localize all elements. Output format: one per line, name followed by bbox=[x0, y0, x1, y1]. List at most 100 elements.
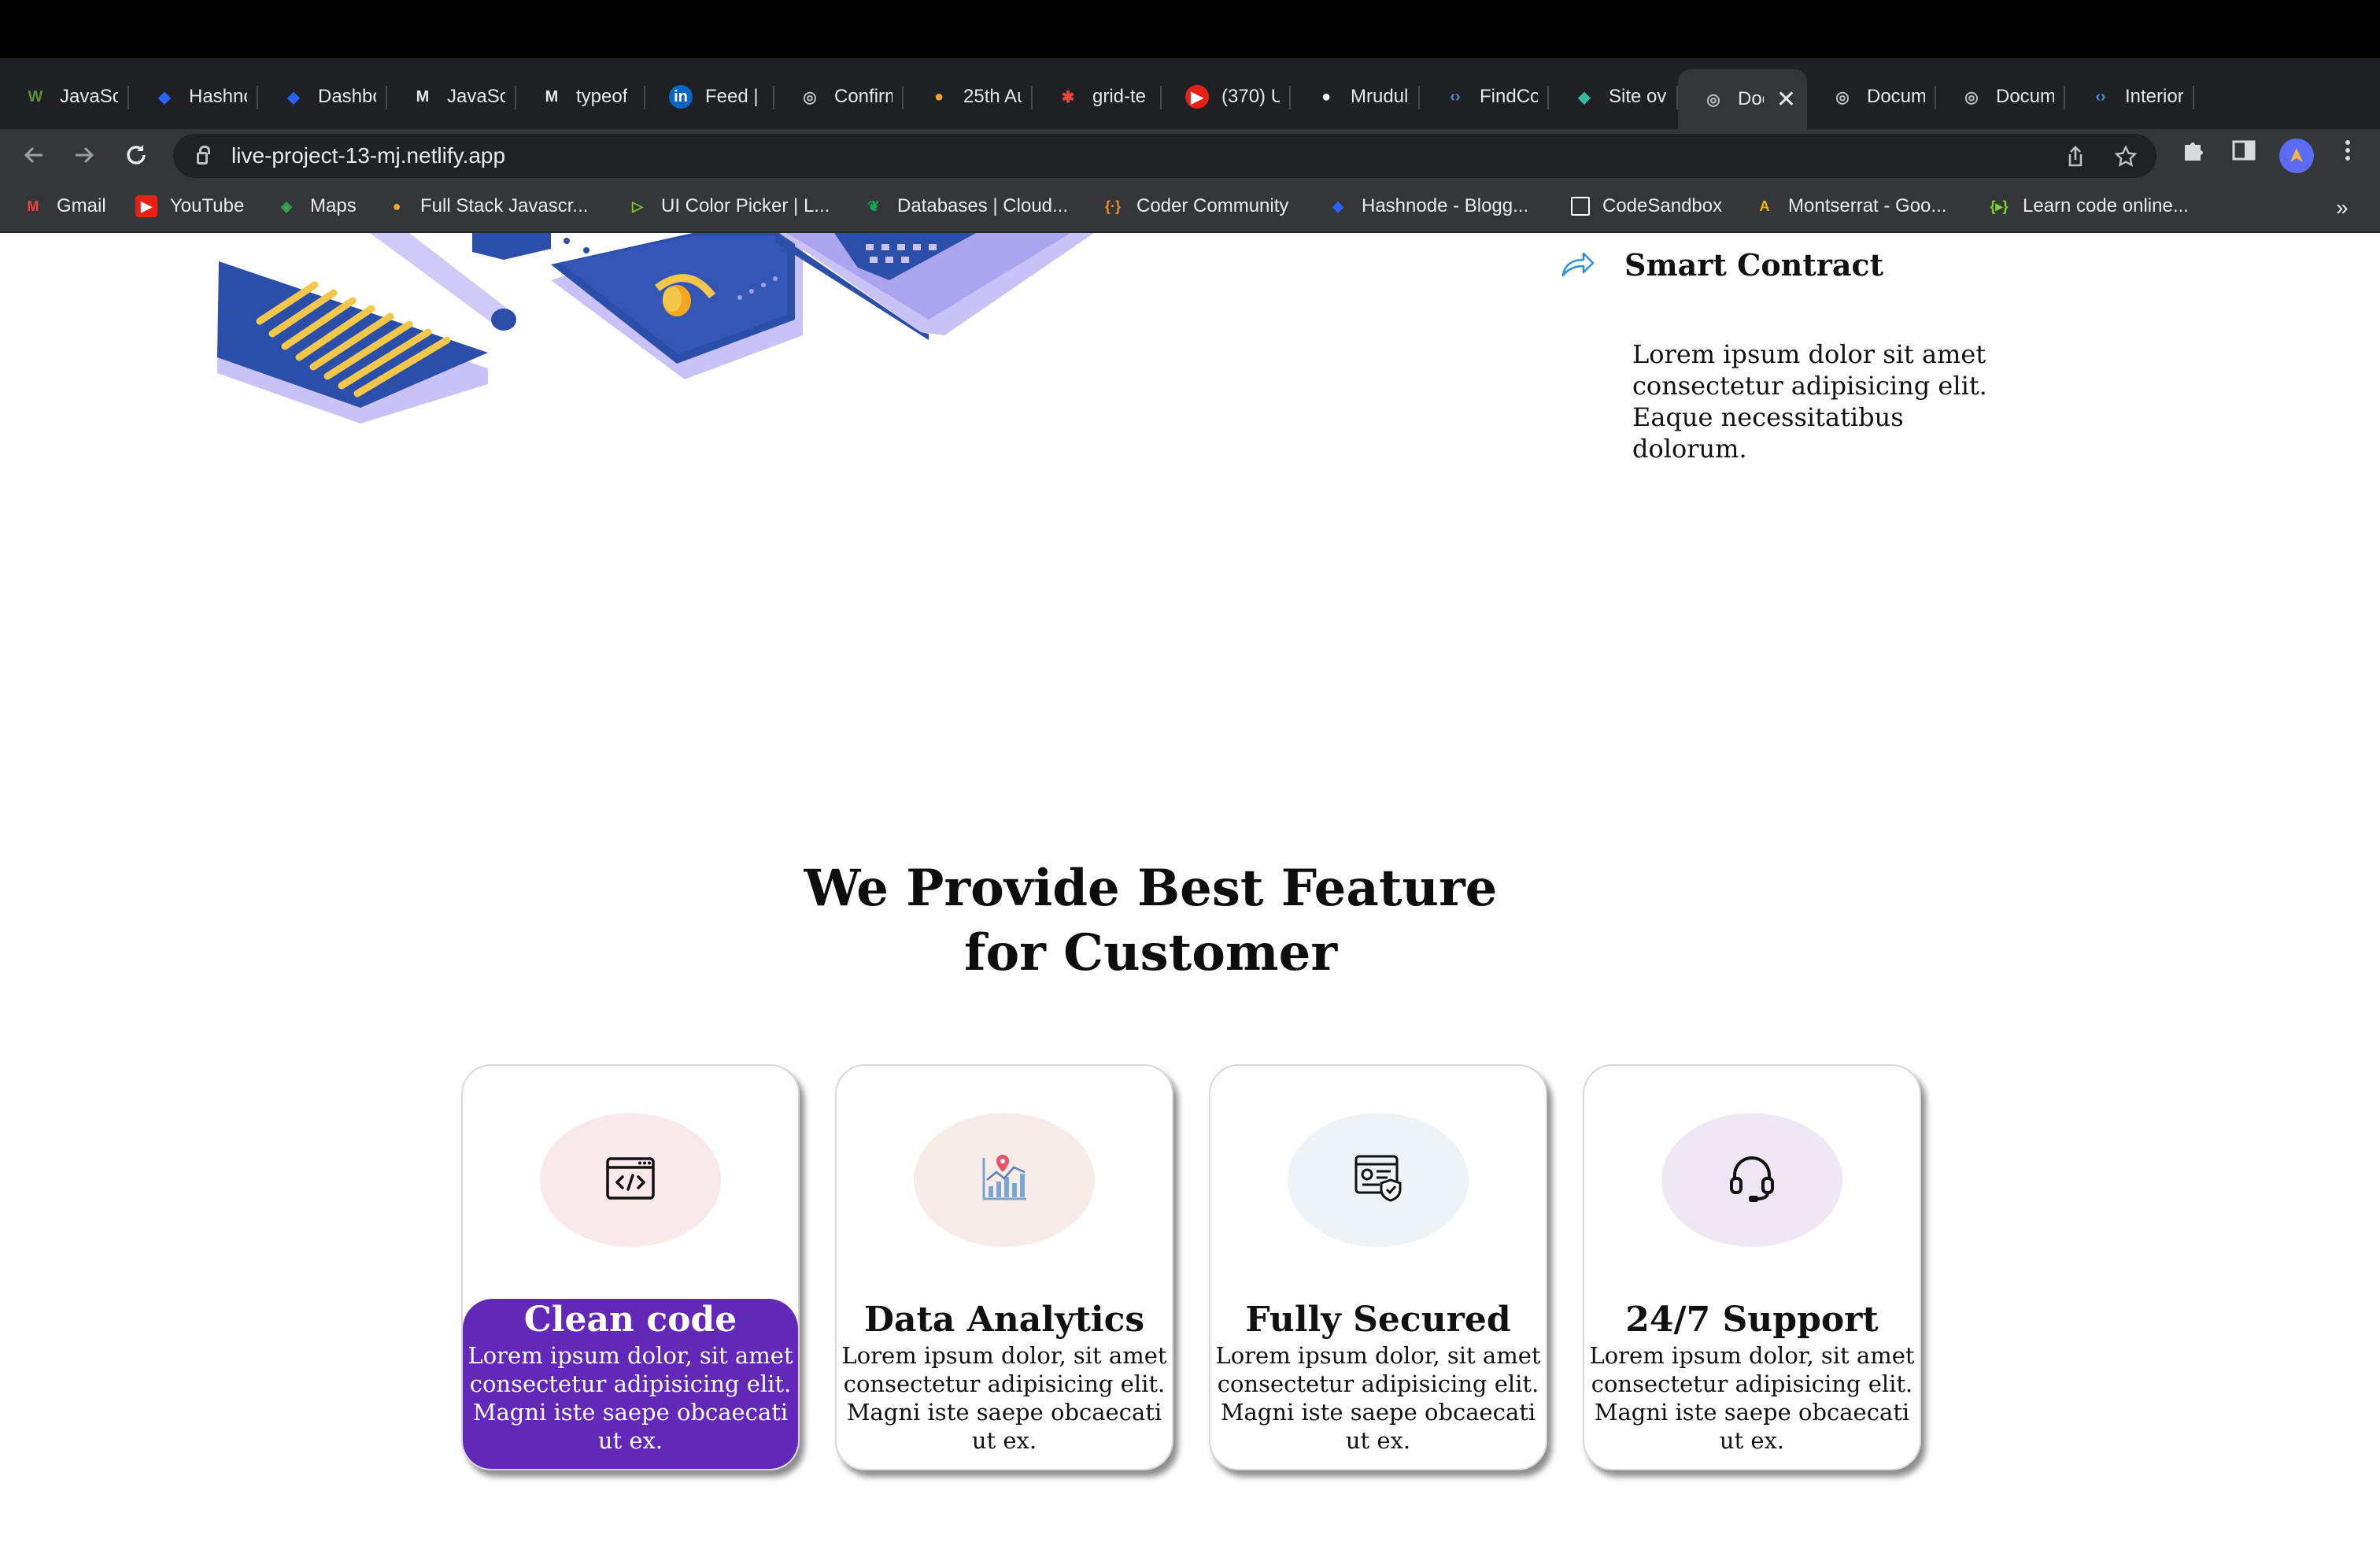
more-menu-icon[interactable] bbox=[2336, 137, 2360, 164]
bookmark-favicon-icon: ▶ bbox=[135, 195, 157, 217]
address-bar[interactable]: live-project-13-mj.netlify.app bbox=[173, 134, 2156, 178]
tab-label: Site ov bbox=[1609, 86, 1667, 107]
bookmark-item[interactable]: CodeSandbox bbox=[1571, 190, 1722, 222]
close-tab-icon[interactable]: ✕ bbox=[1776, 86, 1796, 113]
analytics-chart-icon bbox=[979, 1153, 1029, 1208]
browser-tab[interactable]: ◆ Dashbo bbox=[258, 72, 387, 121]
extensions-puzzle-icon[interactable] bbox=[2180, 137, 2207, 164]
bookmark-item[interactable]: ◆ Hashnode - Blogg... bbox=[1327, 190, 1528, 222]
tablet-illustration bbox=[551, 233, 803, 379]
os-top-bar bbox=[0, 0, 2380, 58]
tab-label: Feed | L bbox=[705, 86, 763, 107]
bookmark-favicon-icon: ◆ bbox=[1332, 198, 1343, 214]
tab-separator bbox=[2193, 86, 2194, 109]
bookmark-item[interactable]: ❦ Databases | Cloud... bbox=[863, 190, 1068, 222]
tab-favicon-icon: ✱ bbox=[1061, 88, 1075, 106]
browser-tab[interactable]: in Feed | L bbox=[645, 72, 774, 121]
browser-tab[interactable]: ◎ Doc ✕ bbox=[1678, 69, 1807, 129]
forward-arrow-icon bbox=[76, 146, 94, 164]
bookmark-label: Learn code online... bbox=[2023, 195, 2189, 216]
tab-favicon-icon: ◎ bbox=[1835, 88, 1850, 106]
bookmark-item[interactable]: ● Full Stack Javascr... bbox=[386, 190, 589, 222]
browser-tab[interactable]: ✱ grid-te bbox=[1033, 72, 1162, 121]
browser-tab[interactable]: ● Mrudul bbox=[1291, 72, 1420, 121]
isometric-illustration bbox=[217, 233, 1094, 423]
section-title: We Provide Best Feature for Customer bbox=[804, 859, 1498, 982]
browser-tab[interactable]: M JavaSc bbox=[387, 72, 516, 121]
browser-tab[interactable]: ‹› Interior bbox=[2065, 72, 2194, 121]
tab-favicon-icon: ● bbox=[1321, 87, 1332, 105]
feature-card[interactable]: 24/7 Support Lorem ipsum dolor, sit amet … bbox=[1583, 1064, 1921, 1470]
forward-button[interactable] bbox=[65, 135, 104, 175]
feature-card-icon-circle bbox=[540, 1113, 721, 1247]
tab-favicon-icon: ◎ bbox=[1964, 88, 1979, 106]
browser-tab[interactable]: ◎ Docum bbox=[1936, 72, 2065, 121]
browser-tab[interactable]: ◎ Confirm bbox=[774, 72, 904, 121]
bookmark-favicon-icon: ◈ bbox=[281, 198, 292, 214]
feature-card-text: Lorem ipsum dolor, sit amet consectetur … bbox=[1589, 1342, 1915, 1454]
share-icon[interactable] bbox=[2064, 145, 2087, 168]
bookmark-label: Full Stack Javascr... bbox=[420, 195, 589, 216]
browser-tab[interactable]: Mtypeof bbox=[516, 72, 645, 121]
bookmark-item[interactable]: ▶ YouTube bbox=[135, 190, 244, 222]
more-bookmarks-button[interactable]: » bbox=[2336, 195, 2349, 220]
bookmark-item[interactable]: {·} Coder Community bbox=[1102, 190, 1288, 222]
feature-card-title: Clean code bbox=[523, 1300, 737, 1340]
feature-card[interactable]: Data Analytics Lorem ipsum dolor, sit ame… bbox=[835, 1064, 1173, 1470]
tab-favicon-icon: M bbox=[416, 87, 430, 105]
browser-tab[interactable]: ◆ Hashno bbox=[129, 72, 258, 121]
tab-favicon-icon: ◆ bbox=[287, 88, 300, 106]
profile-avatar[interactable] bbox=[2279, 139, 2314, 173]
tab-label: JavaSc bbox=[447, 86, 505, 107]
browser-tab[interactable]: W JavaSc bbox=[0, 72, 129, 121]
tab-favicon-icon: W bbox=[28, 87, 43, 105]
tab-label: Confirm bbox=[834, 86, 893, 107]
tab-label: FindCo bbox=[1480, 86, 1538, 107]
bookmark-item[interactable]: {▸} Learn code online... bbox=[1988, 190, 2189, 222]
feature-card-text: Lorem ipsum dolor, sit amet consectetur … bbox=[841, 1342, 1167, 1454]
bookmark-favicon-icon bbox=[1571, 197, 1590, 216]
back-button[interactable] bbox=[14, 135, 54, 175]
headset-icon bbox=[1728, 1153, 1776, 1208]
browser-tab[interactable]: ◆ Site ov bbox=[1549, 72, 1678, 121]
bookmarks-bar: » M Gmail ▶ YouTube ◈ Maps ● Full Stack Javascr… bbox=[0, 181, 2380, 233]
tab-label: 25th Au bbox=[963, 86, 1022, 107]
url-text: live-project-13-mj.netlify.app bbox=[231, 143, 506, 168]
feature-card[interactable]: Clean code Lorem ipsum dolor, sit amet co… bbox=[461, 1064, 800, 1470]
bookmark-label: Maps bbox=[310, 195, 357, 216]
feature-card-title: Data Analytics bbox=[863, 1300, 1145, 1340]
browser-tab[interactable]: ◎ Docum bbox=[1807, 72, 1936, 121]
reload-button[interactable] bbox=[116, 135, 156, 175]
feature-card-icon-circle bbox=[914, 1113, 1095, 1247]
feature-card-body: Fully Secured Lorem ipsum dolor, sit amet… bbox=[1210, 1299, 1546, 1469]
bookmark-favicon-icon: ❦ bbox=[867, 198, 880, 214]
tab-label: JavaSc bbox=[60, 86, 118, 107]
bookmark-label: Gmail bbox=[57, 195, 106, 216]
browser-tab[interactable]: ‹› FindCo bbox=[1420, 72, 1549, 121]
bookmark-item[interactable]: ▷ UI Color Picker | L... bbox=[626, 190, 830, 222]
feature-card-body: Data Analytics Lorem ipsum dolor, sit ame… bbox=[837, 1299, 1172, 1469]
tab-favicon-icon: ▶ bbox=[1185, 85, 1209, 109]
feature-card[interactable]: Fully Secured Lorem ipsum dolor, sit amet… bbox=[1209, 1064, 1547, 1470]
bookmark-favicon-icon: M bbox=[27, 198, 39, 214]
browser-tab[interactable]: ▶ (370) U bbox=[1162, 72, 1291, 121]
bookmark-item[interactable]: A Montserrat - Goo... bbox=[1754, 190, 1947, 222]
feature-card-title: Fully Secured bbox=[1245, 1300, 1511, 1340]
tab-label: grid-te bbox=[1092, 86, 1147, 107]
laptop-illustration bbox=[775, 233, 1094, 340]
bookmark-item[interactable]: ◈ Maps bbox=[275, 190, 357, 222]
back-arrow-icon bbox=[24, 146, 42, 164]
bookmark-item[interactable]: M Gmail bbox=[22, 190, 106, 222]
browser-tab[interactable]: ● 25th Au bbox=[904, 72, 1033, 121]
feature-card-body: 24/7 Support Lorem ipsum dolor, sit amet … bbox=[1584, 1299, 1920, 1469]
tab-favicon-icon: ◆ bbox=[158, 88, 171, 106]
tab-favicon-icon: ◎ bbox=[803, 88, 817, 106]
side-panel-icon[interactable] bbox=[2230, 137, 2257, 164]
feature-card-body: Clean code Lorem ipsum dolor, sit amet co… bbox=[463, 1299, 798, 1469]
tab-label: typeof bbox=[576, 86, 628, 107]
tab-favicon-icon: M bbox=[545, 87, 559, 105]
bookmark-star-icon[interactable] bbox=[2114, 145, 2138, 168]
browser-tab-strip: + ⌄ WJavaSc◆Hashno◆DashboMJavaScMtypeofi… bbox=[0, 58, 2380, 172]
tab-label: Hashno bbox=[189, 86, 247, 107]
bookmark-favicon-icon: ● bbox=[392, 198, 401, 214]
